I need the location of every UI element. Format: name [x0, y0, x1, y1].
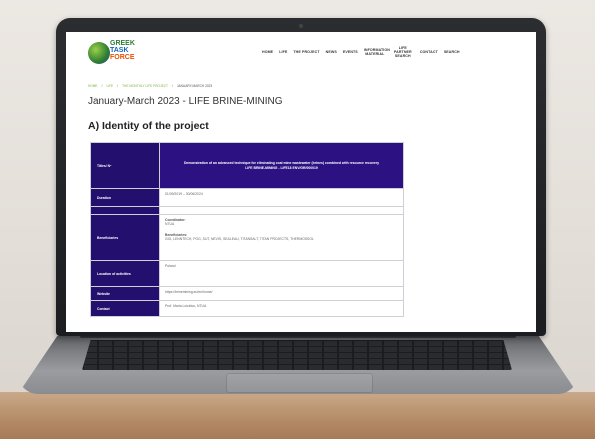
spacer-label: [90, 206, 160, 215]
identity-table: Titles/ Nº Demonstration of an advanced …: [90, 142, 404, 317]
nav-life-partner-search[interactable]: LIFE PARTNER SEARCH: [392, 46, 414, 58]
breadcrumb: HOME / LIFE / THE MONTHLY LIFE PROJECT /…: [88, 84, 212, 88]
laptop-lid: GREEK TASK FORCE HOME LIFE THE PROJECT N…: [56, 18, 546, 336]
main-nav: HOME LIFE THE PROJECT NEWS EVENTS INFORM…: [262, 42, 460, 62]
site-header: GREEK TASK FORCE HOME LIFE THE PROJECT N…: [66, 32, 536, 72]
title-value: Demonstration of an advanced technique f…: [159, 142, 404, 189]
table-row-duration: Duration 01/09/2019 – 30/06/2024: [90, 188, 404, 207]
breadcrumb-life[interactable]: LIFE: [106, 84, 113, 88]
nav-news[interactable]: NEWS: [326, 50, 337, 54]
title-line-1: Demonstration of an advanced technique f…: [183, 160, 379, 165]
nav-information-material[interactable]: INFORMATION MATERIAL: [364, 48, 390, 56]
logo-text: GREEK TASK FORCE: [110, 40, 135, 61]
location-value: Poland: [159, 260, 404, 287]
greek-task-force-logo[interactable]: GREEK TASK FORCE: [88, 38, 148, 68]
page-title: January-March 2023 - LIFE BRINE-MINING: [88, 96, 283, 107]
globe-icon: [88, 42, 110, 64]
nav-home[interactable]: HOME: [262, 50, 273, 54]
nav-contact[interactable]: CONTACT: [420, 50, 438, 54]
nav-life[interactable]: LIFE: [279, 50, 287, 54]
laptop-trackpad: [226, 373, 373, 393]
table-row-location: Location of activities Poland: [90, 260, 404, 287]
title-label: Titles/ Nº: [90, 142, 160, 189]
spacer-value: [159, 206, 404, 215]
contact-label: Contact: [90, 300, 160, 317]
breadcrumb-separator: /: [172, 84, 173, 88]
title-line-2: LIFE BRINE-MINING - LIFE18 ENV/GR/000019: [245, 165, 318, 170]
contact-value: Prof. Maria Loizidou, NTUA: [159, 300, 404, 317]
duration-label: Duration: [90, 188, 160, 207]
table-row-beneficiaries: Beneficiaries Coordinator: NTUA Benefici…: [90, 214, 404, 261]
breadcrumb-separator: /: [101, 84, 103, 88]
nav-the-project[interactable]: THE PROJECT: [293, 50, 319, 54]
breadcrumb-home[interactable]: HOME: [88, 84, 98, 88]
table-row-contact: Contact Prof. Maria Loizidou, NTUA: [90, 300, 404, 317]
wooden-desk: [0, 392, 595, 439]
website-label: Website: [90, 286, 160, 301]
beneficiaries-value: Coordinator: NTUA Beneficiaries: GIG, LE…: [159, 214, 404, 261]
nav-events[interactable]: EVENTS: [343, 50, 358, 54]
laptop-keyboard: [82, 340, 512, 370]
beneficiaries-list: GIG, LENNTECH, PGG, SUT, NEVIS, SEALEAU,…: [165, 237, 314, 241]
table-row-spacer: [90, 206, 404, 215]
nav-search[interactable]: SEARCH: [444, 50, 460, 54]
table-row-website: Website https://brinemining.eu/en/home/: [90, 286, 404, 301]
website-link[interactable]: https://brinemining.eu/en/home/: [159, 286, 404, 301]
beneficiaries-label: Beneficiaries: [90, 214, 160, 261]
breadcrumb-current: JANUARY-MARCH 2023: [176, 84, 213, 88]
section-title: A) Identity of the project: [88, 120, 209, 132]
breadcrumb-monthly-project[interactable]: THE MONTHLY LIFE PROJECT: [122, 84, 168, 88]
laptop-screen: GREEK TASK FORCE HOME LIFE THE PROJECT N…: [66, 32, 536, 332]
webcam: [299, 24, 303, 28]
table-row-title: Titles/ Nº Demonstration of an advanced …: [90, 142, 404, 189]
location-label: Location of activities: [90, 260, 160, 287]
duration-value: 01/09/2019 – 30/06/2024: [159, 188, 404, 207]
breadcrumb-separator: /: [117, 84, 119, 88]
